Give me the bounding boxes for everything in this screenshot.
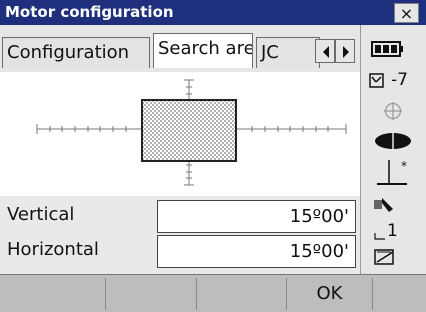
search-area-graphic [36,79,347,186]
search-area-diagram [0,72,360,196]
prism-target-icon[interactable] [373,131,413,151]
search-area-rectangle [141,99,237,162]
vertical-input[interactable]: 15º00' [157,200,356,233]
arrow-left-icon [323,46,329,58]
horizontal-label: Horizontal [7,239,99,260]
window-title: Motor configuration [5,3,174,21]
tab-scroll-left-button[interactable] [315,39,335,63]
softkey-5[interactable] [373,278,426,310]
battery-icon [371,41,403,57]
vertical-label: Vertical [7,204,75,225]
input-mode-icon[interactable] [373,247,397,267]
tab-scroll-right-button[interactable] [335,39,355,63]
target-crosshair-icon[interactable] [383,101,403,121]
tab-strip: Configuration Search area JC [0,25,360,96]
page-number: 1 [387,221,398,241]
title-bar: Motor configuration × [0,0,426,25]
close-button[interactable]: × [394,3,419,23]
tab-search-area[interactable]: Search area [153,33,253,68]
svg-text:*: * [401,159,407,173]
horizontal-input[interactable]: 15º00' [157,235,356,268]
tilt-value: -7 [391,70,408,90]
softkey-bar: OK [0,274,426,312]
tab-jc[interactable]: JC [256,37,320,68]
ok-button[interactable]: OK [287,278,373,310]
softkey-1[interactable] [0,278,106,310]
status-sidebar: -7 * 1 [360,25,426,274]
tab-configuration[interactable]: Configuration [2,37,150,68]
softkey-2[interactable] [106,278,197,310]
arrow-right-icon [343,46,349,58]
softkey-3[interactable] [197,278,287,310]
page-indicator-icon [374,233,385,240]
motor-configuration-dialog: Motor configuration × Configuration Sear… [0,0,426,312]
instrument-height-icon[interactable]: * [373,158,413,188]
angle-fields: Vertical 15º00' Horizontal 15º00' [0,196,360,274]
tilt-icon [369,73,384,88]
measure-mode-icon[interactable] [373,195,399,215]
